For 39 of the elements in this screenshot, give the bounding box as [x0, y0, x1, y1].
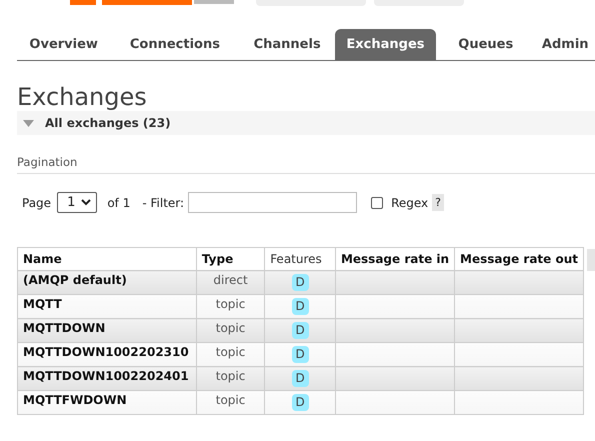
nav-tab[interactable]: Admin: [535, 29, 595, 60]
feature-tag: D: [292, 346, 309, 363]
column-header: Message rate in: [335, 248, 455, 270]
page-count: of 1: [107, 196, 130, 210]
column-header: Message rate out: [454, 248, 584, 270]
column-header: Features: [264, 248, 336, 270]
pagination-heading: Pagination: [17, 155, 595, 174]
help-button[interactable]: ?: [432, 194, 444, 211]
exchange-type: topic: [216, 297, 246, 311]
column-header: Type: [196, 248, 265, 270]
section-header[interactable]: All exchanges (23): [17, 111, 595, 135]
feature-tag: D: [292, 298, 309, 315]
exchange-type: direct: [213, 273, 248, 287]
nav-tab[interactable]: Exchanges: [334, 29, 436, 60]
section-title: All exchanges (23): [45, 116, 171, 130]
filter-field[interactable]: [188, 192, 358, 213]
chevron-down-icon: [81, 199, 92, 206]
columns-toggle[interactable]: [587, 249, 595, 271]
exchange-type: topic: [216, 369, 246, 383]
column-header: Name: [18, 248, 196, 270]
regex-checkbox[interactable]: [371, 196, 384, 208]
nav-tab[interactable]: Overview: [17, 29, 110, 60]
feature-tag: D: [292, 322, 309, 339]
exchange-type: topic: [216, 345, 246, 359]
feature-tag: D: [292, 370, 309, 387]
exchange-name[interactable]: MQTT: [23, 297, 62, 311]
filter-label: - Filter:: [142, 196, 184, 210]
page-label: Page: [22, 196, 52, 210]
page-title: Exchanges: [17, 83, 148, 111]
feature-tag: D: [292, 394, 309, 411]
feature-tag: D: [292, 274, 309, 291]
page-select[interactable]: 1: [57, 192, 98, 213]
caret-icon: [23, 120, 34, 126]
nav-tab[interactable]: Queues: [436, 29, 536, 60]
exchange-type: topic: [216, 321, 246, 335]
regex-label: Regex: [391, 196, 428, 210]
nav-tab[interactable]: Channels: [239, 29, 335, 60]
exchange-type: topic: [216, 393, 246, 407]
nav-tab[interactable]: Connections: [110, 29, 240, 60]
